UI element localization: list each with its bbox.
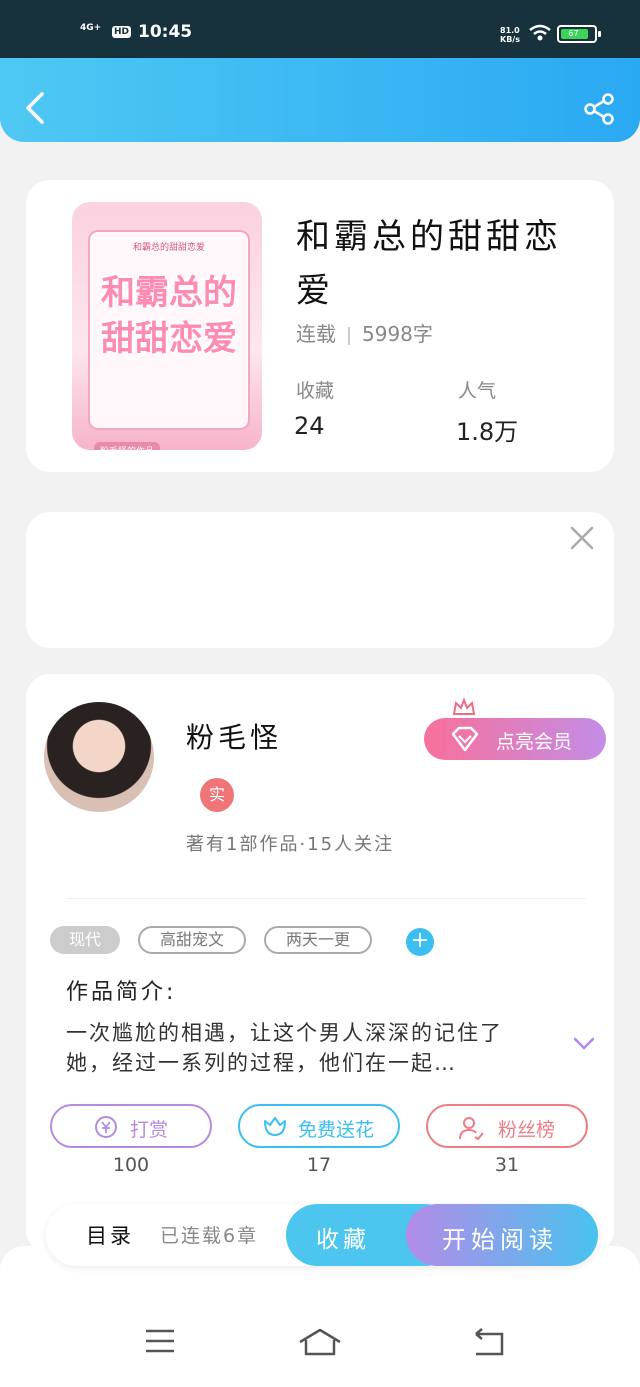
back-icon[interactable] [472,1328,504,1356]
network-indicator: 4G+ [80,23,102,33]
book-cover[interactable]: 和霸总的甜甜恋爱 和霸总的 甜甜恋爱 粉毛怪的作品 [72,202,262,450]
cover-small-title: 和霸总的甜甜恋爱 [132,243,205,253]
author-card: 粉毛怪 实 点亮会员 著有1部作品·15人关注 现代 高甜宠文 两天一更 + 作… [26,674,614,1254]
start-reading-button[interactable]: 开始阅读 [406,1204,598,1266]
book-meta: 连载 5998字 [296,318,433,347]
battery-icon: 67 [557,25,601,43]
home-icon[interactable] [298,1328,342,1356]
system-nav-bar [0,1246,640,1387]
add-tag-button[interactable]: + [406,928,434,956]
meta-divider [348,326,350,345]
network-speed-value: 81.0 [500,26,520,35]
catalog-button[interactable]: 目录 [86,1220,134,1250]
fan-rank-button[interactable]: 粉丝榜 [426,1104,588,1148]
diamond-icon [451,726,479,752]
menu-icon[interactable] [144,1328,176,1354]
cover-author-tag: 粉毛怪的作品 [94,442,161,450]
cover-big-title-line1: 和霸总的 [101,273,237,313]
back-arrow-icon[interactable] [22,90,48,126]
network-speed-unit: KB/s [500,35,520,44]
popularity-value: 1.8万 [456,418,519,446]
author-name[interactable]: 粉毛怪 [186,716,282,756]
send-flower-label: 免费送花 [298,1119,375,1141]
favorites-label: 收藏 [296,380,335,402]
book-title: 和霸总的甜甜恋爱 [296,217,562,311]
network-speed: 81.0 KB/s [500,26,520,44]
vip-button[interactable]: 点亮会员 [424,718,606,760]
tag-schedule[interactable]: 两天一更 [264,926,372,954]
user-icon [459,1117,484,1141]
start-reading-label: 开始阅读 [442,1226,558,1254]
hd-badge: HD [112,26,132,38]
book-status: 连载 [296,322,336,346]
bottom-action-bar: 目录 已连载6章 收藏 开始阅读 [46,1204,598,1266]
battery-level: 67 [568,29,579,38]
flower-count: 17 [306,1154,332,1176]
tip-button[interactable]: 打赏 [50,1104,212,1148]
status-bar: 4G+ HD 10:45 81.0 KB/s 67 [0,0,640,58]
avatar[interactable] [44,702,154,812]
crown-icon [452,698,476,715]
intro-label: 作品简介: [66,980,177,1005]
close-icon[interactable] [568,524,596,552]
cover-big-title-line2: 甜甜恋爱 [101,319,237,359]
book-info-card: 和霸总的甜甜恋爱 和霸总的 甜甜恋爱 粉毛怪的作品 和霸总的甜甜恋爱 连载599… [26,180,614,472]
top-bar [0,58,640,142]
book-word-count: 5998字 [362,322,433,346]
cover-big-title: 和霸总的 甜甜恋爱 [90,270,248,362]
favorite-button-label: 收藏 [316,1227,370,1253]
status-time: 10:45 [138,22,193,42]
share-icon[interactable] [582,92,616,126]
flower-icon [264,1117,286,1136]
chapter-count[interactable]: 已连载6章 [160,1221,258,1248]
vip-button-label: 点亮会员 [496,731,573,753]
tip-button-label: 打赏 [130,1119,169,1141]
tip-count: 100 [112,1154,150,1176]
divider [66,898,586,899]
fan-rank-label: 粉丝榜 [498,1119,556,1141]
send-flower-button[interactable]: 免费送花 [238,1104,400,1148]
ad-card [26,512,614,648]
tag-style[interactable]: 高甜宠文 [138,926,246,954]
cover-frame: 和霸总的甜甜恋爱 和霸总的 甜甜恋爱 粉毛怪的作品 [88,230,250,450]
popularity-label: 人气 [458,380,497,402]
verified-badge: 实 [200,778,234,812]
fan-count: 31 [494,1154,520,1176]
favorites-value: 24 [294,412,325,440]
author-stats: 著有1部作品·15人关注 [186,834,395,855]
wifi-icon [529,24,551,41]
coin-icon [95,1116,117,1138]
tag-genre[interactable]: 现代 [50,926,120,954]
intro-text: 一次尴尬的相遇，让这个男人深深的记住了她，经过一系列的过程，他们在一起… [66,1021,503,1075]
chevron-down-icon[interactable] [572,1036,596,1052]
